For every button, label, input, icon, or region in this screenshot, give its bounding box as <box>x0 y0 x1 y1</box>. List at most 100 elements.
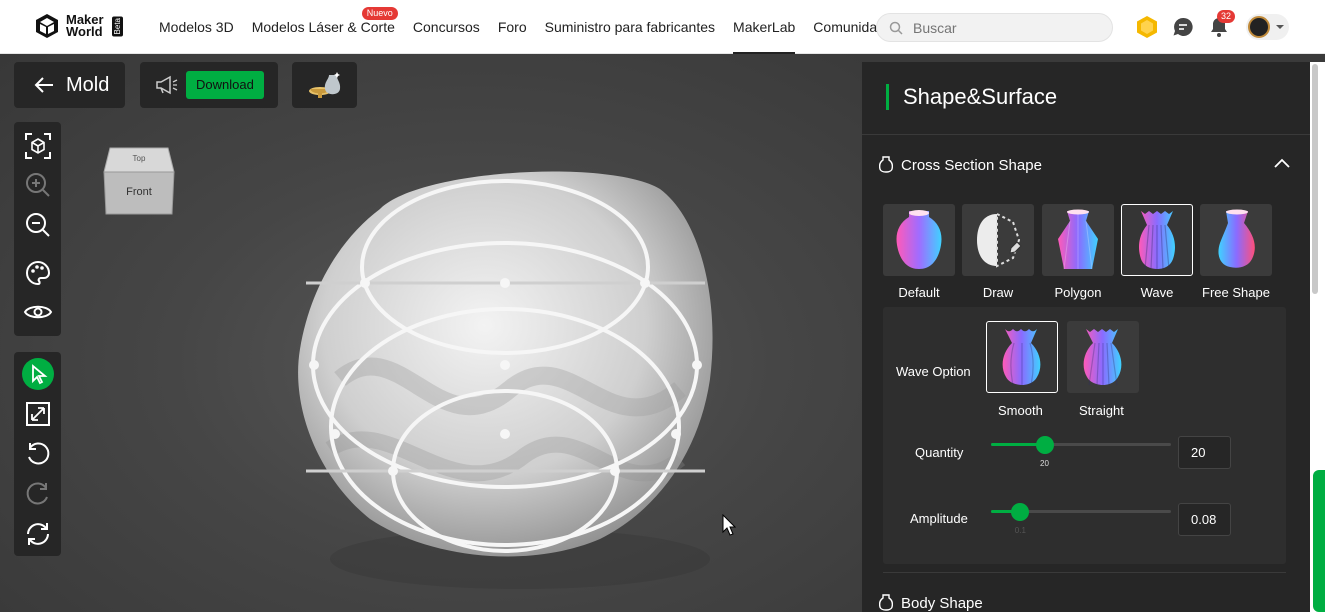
shape-card-wave[interactable] <box>1121 204 1193 276</box>
body-shape-label: Body Shape <box>901 594 983 612</box>
wave-option-smooth-label: Smooth <box>998 403 1043 418</box>
search-input[interactable] <box>913 19 1093 36</box>
avatar <box>1248 16 1270 38</box>
shape-card-draw[interactable] <box>962 204 1034 276</box>
wave-option-straight[interactable] <box>1067 321 1139 393</box>
zoom-in-button[interactable] <box>22 169 54 201</box>
shape-label-default: Default <box>898 285 940 300</box>
default-vase-icon <box>896 210 942 269</box>
zoom-in-icon <box>26 173 50 197</box>
top-navigation-bar: Maker World Beta Modelos 3D Modelos Láse… <box>0 0 1325 54</box>
visibility-button[interactable] <box>22 296 54 328</box>
chat-icon[interactable] <box>1171 15 1195 39</box>
notification-count: 32 <box>1217 10 1236 23</box>
download-button[interactable]: Download <box>186 71 264 99</box>
cross-section-label: Cross Section Shape <box>901 156 1042 174</box>
chevron-down-icon <box>1276 25 1284 29</box>
eye-icon <box>23 305 53 319</box>
select-tool-button[interactable] <box>22 358 54 390</box>
shape-card-default[interactable] <box>883 204 955 276</box>
nav-item-laser-label: Modelos Láser & Corte <box>251 19 395 35</box>
view-cube[interactable]: Top Front <box>100 144 176 216</box>
download-group: Download <box>140 62 278 108</box>
wave-options-panel: Wave Option Smooth Straight Quantity 20 … <box>883 307 1286 564</box>
vase-icon <box>308 72 340 98</box>
quantity-tick-label: 20 <box>1040 459 1049 468</box>
beta-badge: Beta <box>111 15 123 37</box>
search-bar[interactable] <box>876 13 1113 42</box>
nav-item-laser[interactable]: Modelos Láser & Corte Nuevo <box>251 0 398 54</box>
shape-label-free-shape: Free Shape <box>1202 285 1270 300</box>
free-shape-vase-icon <box>1218 209 1255 268</box>
megaphone-icon[interactable] <box>154 74 180 96</box>
body-shape-header[interactable]: Body Shape <box>879 594 983 612</box>
shape-surface-panel: Shape&Surface Cross Section Shape Defaul… <box>862 62 1310 612</box>
scale-tool-button[interactable] <box>22 398 54 430</box>
cross-section-header[interactable]: Cross Section Shape <box>879 156 1042 174</box>
arrow-left-icon <box>34 77 53 93</box>
amplitude-slider-handle[interactable] <box>1010 503 1029 521</box>
nav-item-concursos[interactable]: Concursos <box>413 0 480 54</box>
shape-label-wave: Wave <box>1140 285 1174 300</box>
amplitude-label: Amplitude <box>910 511 968 526</box>
zoom-out-button[interactable] <box>22 209 54 241</box>
draw-pen-icon <box>977 212 1022 268</box>
3d-viewport[interactable]: Mold Download Top Front <box>0 54 862 612</box>
nav-item-suministro[interactable]: Suministro para fabricantes <box>545 0 715 54</box>
wave-option-smooth[interactable] <box>986 321 1058 393</box>
nav-item-makerlab[interactable]: MakerLab <box>733 0 796 54</box>
makerworld-logo[interactable]: Maker World Beta <box>34 13 123 39</box>
logo-text-line2: World <box>66 24 103 39</box>
scrollbar-thumb[interactable] <box>1312 64 1318 294</box>
feedback-side-tab[interactable] <box>1313 470 1325 612</box>
cube-top-label: Top <box>133 154 146 163</box>
user-avatar-menu[interactable] <box>1246 14 1289 40</box>
wave-option-straight-label: Straight <box>1079 403 1124 418</box>
shape-card-free-shape[interactable] <box>1200 204 1272 276</box>
quantity-slider-handle[interactable] <box>1036 436 1054 454</box>
redo-button[interactable] <box>22 478 54 510</box>
fit-view-icon <box>25 133 51 159</box>
vase-outline-icon <box>879 594 893 611</box>
amplitude-input[interactable]: 0.08 <box>1178 503 1231 536</box>
chevron-up-icon[interactable] <box>1274 158 1290 168</box>
membership-hex-icon[interactable] <box>1135 15 1159 39</box>
vase-library-button[interactable] <box>292 62 357 108</box>
mouse-cursor-icon <box>722 514 736 536</box>
amplitude-slider[interactable] <box>991 503 1171 521</box>
quantity-input[interactable]: 20 <box>1178 436 1231 469</box>
cursor-select-icon <box>22 358 54 390</box>
shape-card-polygon[interactable] <box>1042 204 1114 276</box>
panel-title: Shape&Surface <box>886 84 1057 110</box>
back-label: Mold <box>66 73 110 96</box>
vase-outline-icon <box>879 156 893 173</box>
divider <box>862 134 1310 135</box>
quantity-slider[interactable] <box>991 436 1171 454</box>
cube-front-label: Front <box>126 186 152 198</box>
nav-item-modelos-3d[interactable]: Modelos 3D <box>159 0 234 54</box>
vase-model-preview[interactable] <box>280 149 740 609</box>
straight-wave-vase-icon <box>1083 329 1122 386</box>
back-button[interactable]: Mold <box>14 62 125 108</box>
palette-icon <box>26 260 51 286</box>
polygon-vase-icon <box>1058 209 1098 270</box>
undo-button[interactable] <box>22 438 54 470</box>
wave-option-label: Wave Option <box>896 364 971 379</box>
quantity-label: Quantity <box>915 445 964 460</box>
shape-label-polygon: Polygon <box>1054 285 1102 300</box>
notifications[interactable]: 32 <box>1207 10 1236 39</box>
search-icon <box>889 21 903 35</box>
divider <box>883 572 1286 573</box>
zoom-out-icon <box>26 213 50 237</box>
palette-button[interactable] <box>22 257 54 289</box>
redo-icon <box>26 482 48 505</box>
fit-view-button[interactable] <box>22 130 54 162</box>
wave-vase-icon <box>1139 211 1175 270</box>
shape-label-draw: Draw <box>982 285 1014 300</box>
new-badge: Nuevo <box>361 7 398 20</box>
reset-button[interactable] <box>22 518 54 550</box>
amplitude-tick-label: 0.1 <box>1014 526 1026 535</box>
view-tools <box>14 122 61 336</box>
nav-item-comunidad[interactable]: Comunidad <box>813 0 885 54</box>
nav-item-foro[interactable]: Foro <box>498 0 527 54</box>
